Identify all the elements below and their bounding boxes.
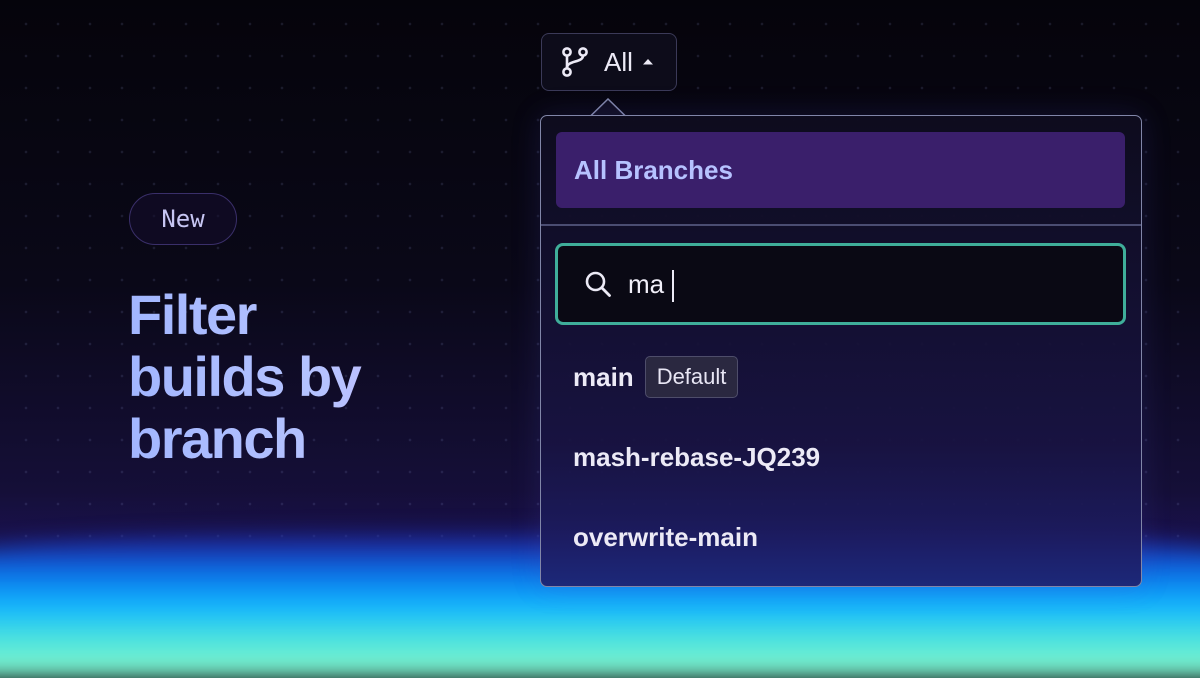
search-icon [585,271,611,297]
branch-option-mash-rebase[interactable]: mash-rebase-JQ239 [573,435,820,479]
headline-line-2: builds by [128,345,361,408]
branch-search-box[interactable] [555,243,1126,325]
branch-option-overwrite-main[interactable]: overwrite-main [573,515,758,559]
new-badge: New [129,193,237,245]
branch-option-label: mash-rebase-JQ239 [573,441,821,472]
caret-up-icon [642,59,653,65]
branch-filter-button[interactable]: All [541,33,677,91]
branch-search-input[interactable] [628,268,1108,300]
git-branch-icon [562,47,588,77]
default-badge: Default [644,356,739,398]
text-cursor [672,270,674,302]
option-all-branches-label: All Branches [574,154,733,185]
branch-filter-label: All [604,46,633,77]
option-all-branches[interactable]: All Branches [556,132,1125,208]
headline-line-3: branch [128,407,306,470]
divider [541,224,1141,226]
branch-option-main[interactable]: main Default [573,355,739,399]
branch-option-label: overwrite-main [573,521,758,552]
headline: Filter builds by branch [128,284,458,470]
headline-line-1: Filter [128,283,256,346]
branch-dropdown: All Branches main Default mash-rebase-JQ… [540,115,1142,587]
new-badge-label: New [161,205,205,233]
branch-option-label: main [573,361,634,392]
